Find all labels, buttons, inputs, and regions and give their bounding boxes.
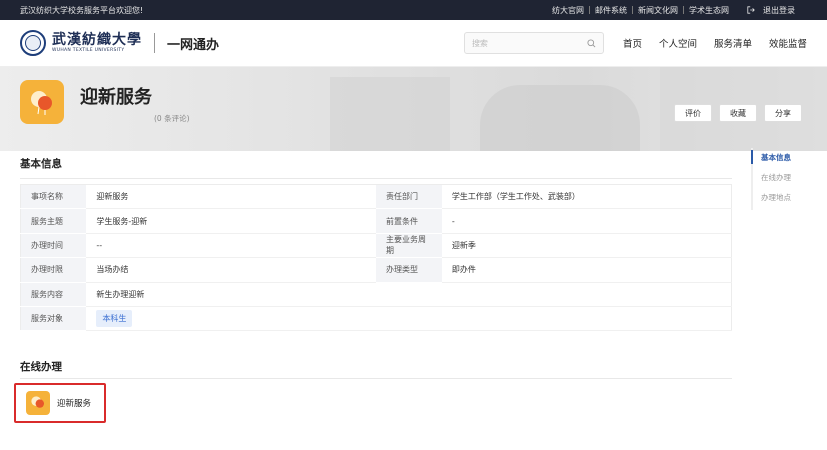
search-box [463,32,604,54]
logout-icon [747,6,755,14]
top-link-news[interactable]: 新闻文化网 [633,5,683,16]
field-value: 迎新季 [441,233,732,259]
nav-personal-space[interactable]: 个人空间 [659,36,697,50]
field-label: 主要业务周期 [375,233,442,259]
field-label: 责任部门 [375,184,442,210]
field-label: 办理时限 [20,257,87,283]
nav-efficiency-supervision[interactable]: 效能监督 [769,36,807,50]
service-banner: 迎新服务 (0 条评论) 评价 收藏 分享 [0,67,827,151]
field-label: 办理时间 [20,233,87,259]
site-header: 武漢紡織大學 WUHAN TEXTILE UNIVERSITY 一网通办 首页 … [0,20,827,67]
logo-name-en: WUHAN TEXTILE UNIVERSITY [52,48,125,53]
search-input[interactable] [471,38,572,48]
anchor-location[interactable]: 办理地点 [761,192,791,203]
field-label: 前置条件 [375,208,442,234]
field-label: 服务内容 [20,282,87,307]
online-service-label: 迎新服务 [57,399,92,409]
logout-button[interactable]: 退出登录 [742,5,805,16]
divider [20,378,732,379]
balloon-icon [20,80,64,124]
divider [20,178,732,179]
divider [154,33,155,53]
field-label: 事项名称 [20,184,87,210]
top-link-official-site[interactable]: 纺大官网 [547,5,589,16]
table-row: 事项名称 迎新服务 责任部门 学生工作部（学生工作处、武装部） [20,184,732,210]
field-value: -- [86,233,376,259]
anchor-indicator [751,150,753,164]
logo-name-cn: 武漢紡織大學 [52,32,142,48]
field-value: - [441,208,732,234]
field-value: 即办件 [441,257,732,283]
top-links: 纺大官网 邮件系统 新闻文化网 学术生态网 退出登录 [547,5,805,16]
main-nav: 首页 个人空间 服务清单 效能监督 [623,36,807,50]
field-value: 学生服务-迎新 [86,208,376,234]
university-seal-logo[interactable] [20,30,46,56]
logout-label: 退出登录 [763,5,795,15]
table-row: 服务对象 本科生 [20,306,732,332]
search-icon[interactable] [587,38,596,48]
anchor-online-handling[interactable]: 在线办理 [761,172,791,183]
field-value: 迎新服务 [86,184,376,210]
top-bar: 武汉纺织大学校务服务平台欢迎您! 纺大官网 邮件系统 新闻文化网 学术生态网 退… [0,0,827,20]
site-name: 一网通办 [167,37,220,53]
favorite-button[interactable]: 收藏 [719,104,757,122]
nav-service-list[interactable]: 服务清单 [714,36,752,50]
field-value: 学生工作部（学生工作处、武装部） [441,184,732,210]
table-row: 办理时限 当场办结 办理类型 即办件 [20,257,732,283]
balloon-icon [26,391,50,415]
comment-count[interactable]: (0 条评论) [154,113,190,124]
field-value: 新生办理迎新 [86,282,732,307]
table-row: 办理时间 -- 主要业务周期 迎新季 [20,233,732,259]
service-title: 迎新服务 [80,87,152,108]
basic-info-title: 基本信息 [20,158,62,170]
audience-tag: 本科生 [96,310,133,328]
university-logo-text: 武漢紡織大學 WUHAN TEXTILE UNIVERSITY [52,32,142,54]
basic-info-table: 事项名称 迎新服务 责任部门 学生工作部（学生工作处、武装部） 服务主题 学生服… [20,184,732,332]
table-row: 服务主题 学生服务-迎新 前置条件 - [20,208,732,234]
online-service-card[interactable]: 迎新服务 [14,383,106,423]
anchor-basic-info[interactable]: 基本信息 [761,152,791,163]
top-link-mail[interactable]: 邮件系统 [590,5,632,16]
online-handling-title: 在线办理 [20,361,62,373]
field-value: 本科生 [86,306,732,332]
table-row: 服务内容 新生办理迎新 [20,282,732,307]
field-label: 服务主题 [20,208,87,234]
rate-button[interactable]: 评价 [674,104,712,122]
top-link-academic[interactable]: 学术生态网 [684,5,734,16]
nav-home[interactable]: 首页 [623,36,642,50]
welcome-text: 武汉纺织大学校务服务平台欢迎您! [20,5,144,15]
service-actions: 评价 收藏 分享 [674,104,802,122]
field-value: 当场办结 [86,257,376,283]
share-button[interactable]: 分享 [764,104,802,122]
field-label: 办理类型 [375,257,442,283]
banner-background [330,77,450,151]
field-label: 服务对象 [20,306,87,332]
banner-background [480,85,640,151]
